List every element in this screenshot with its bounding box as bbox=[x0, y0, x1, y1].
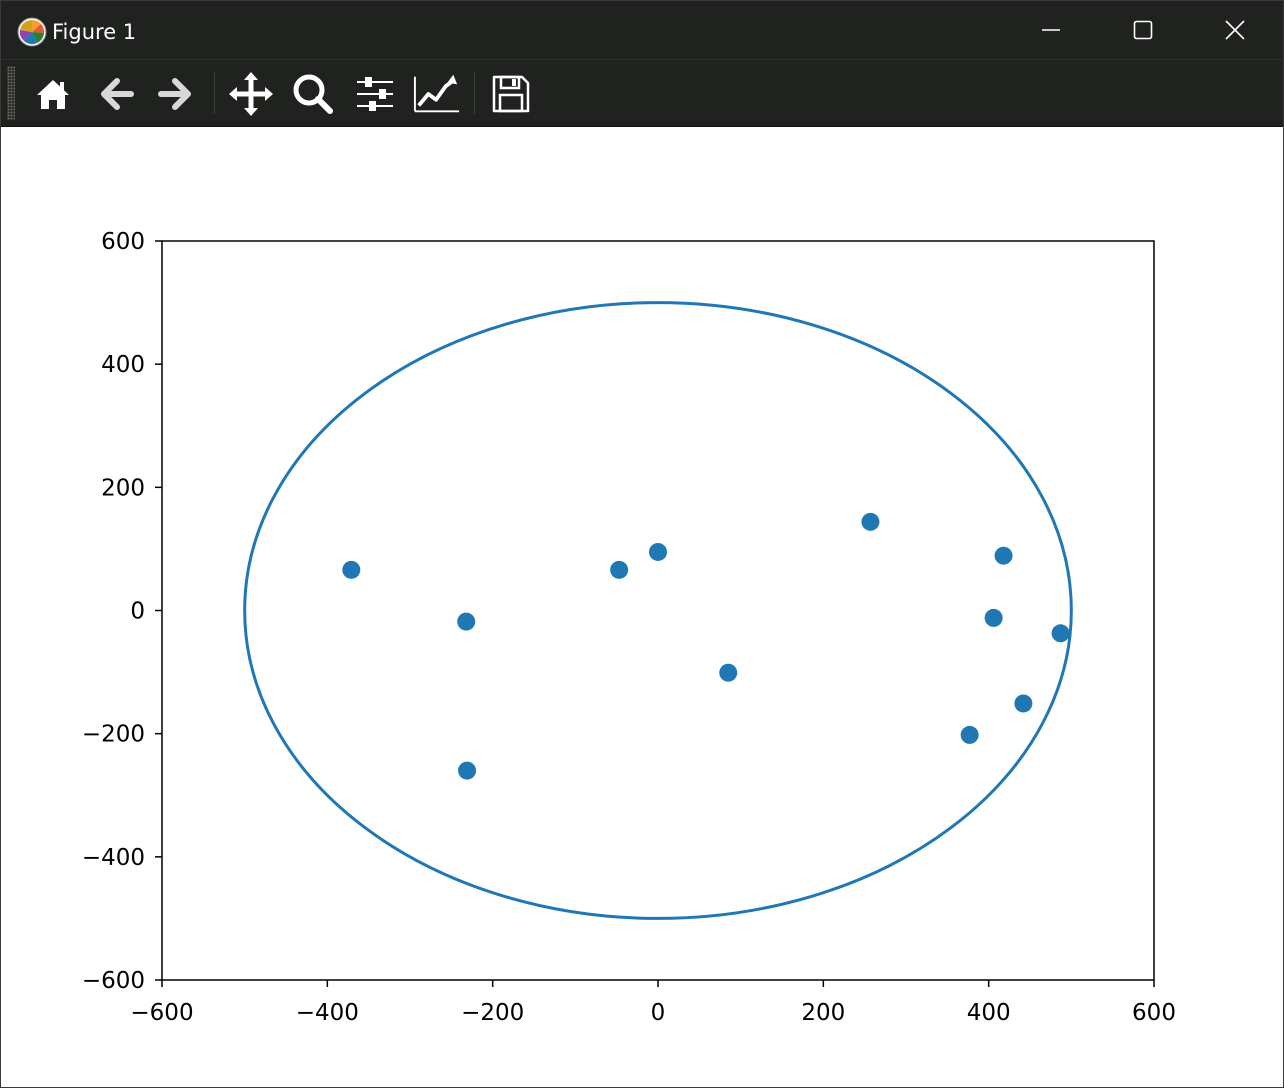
arrow-left-icon bbox=[101, 78, 134, 110]
figure-canvas[interactable]: −600 −400 −200 0 200 400 600 −600 −400 −200 0 200 4… bbox=[1, 127, 1283, 1087]
y-tick-label: −600 bbox=[82, 968, 145, 994]
sliders-icon bbox=[357, 77, 393, 111]
toolbar-separator bbox=[214, 72, 215, 114]
data-point bbox=[861, 512, 880, 531]
pan-button[interactable] bbox=[227, 70, 275, 118]
arrow-right-icon bbox=[158, 78, 191, 110]
zoom-button[interactable] bbox=[289, 70, 337, 118]
matplotlib-logo-icon bbox=[17, 17, 47, 47]
x-tick-label: 0 bbox=[651, 1000, 666, 1026]
data-point bbox=[342, 560, 361, 579]
data-point bbox=[960, 725, 979, 744]
data-point bbox=[1014, 694, 1033, 713]
close-icon bbox=[1225, 20, 1245, 40]
x-tick-label: 400 bbox=[967, 1000, 1011, 1026]
x-tick-label: −600 bbox=[130, 1000, 193, 1026]
move-icon bbox=[229, 72, 273, 116]
data-point bbox=[984, 608, 1003, 627]
scatter-plot[interactable]: −600 −400 −200 0 200 400 600 −600 −400 −200 0 200 4… bbox=[1, 127, 1283, 1087]
edit-axes-button[interactable] bbox=[413, 70, 461, 118]
subplots-button[interactable] bbox=[351, 70, 399, 118]
data-point bbox=[458, 761, 477, 780]
home-icon bbox=[37, 80, 69, 109]
save-button[interactable] bbox=[487, 70, 535, 118]
x-tick-label: 200 bbox=[801, 1000, 845, 1026]
floppy-disk-icon bbox=[492, 75, 530, 113]
toolbar-separator bbox=[474, 72, 475, 114]
navigation-toolbar bbox=[1, 59, 1283, 128]
circle-boundary bbox=[243, 301, 1073, 920]
x-tick-label: −400 bbox=[296, 1000, 359, 1026]
figure-window: Figure 1 −600 −400 −200 0 200 400 600 −6… bbox=[0, 0, 1284, 1088]
maximize-button[interactable] bbox=[1097, 1, 1189, 59]
data-point bbox=[719, 663, 738, 682]
maximize-icon bbox=[1133, 20, 1153, 40]
y-tick-label: −200 bbox=[82, 722, 145, 748]
y-tick-label: −400 bbox=[82, 845, 145, 871]
close-button[interactable] bbox=[1189, 1, 1281, 59]
y-tick-label: 600 bbox=[101, 229, 145, 255]
data-point bbox=[610, 560, 629, 579]
window-title: Figure 1 bbox=[52, 20, 137, 44]
y-tick-label: 200 bbox=[101, 475, 145, 501]
toolbar-grip[interactable] bbox=[7, 66, 15, 120]
home-button[interactable] bbox=[29, 70, 77, 118]
data-point bbox=[649, 542, 667, 561]
x-tick-label: 600 bbox=[1132, 1000, 1176, 1026]
back-button[interactable] bbox=[92, 70, 140, 118]
y-tick-label: 400 bbox=[101, 352, 145, 378]
magnifier-icon bbox=[293, 74, 333, 114]
data-point bbox=[1051, 624, 1070, 643]
y-tick-label: 0 bbox=[130, 599, 145, 625]
axes-frame bbox=[161, 240, 1155, 981]
title-bar[interactable]: Figure 1 bbox=[1, 1, 1283, 59]
x-tick-label: −200 bbox=[461, 1000, 524, 1026]
forward-button[interactable] bbox=[152, 70, 200, 118]
data-point bbox=[457, 612, 476, 631]
line-chart-icon bbox=[413, 74, 460, 113]
minimize-button[interactable] bbox=[1005, 1, 1097, 59]
minimize-icon bbox=[1042, 29, 1060, 31]
data-point bbox=[994, 546, 1013, 565]
